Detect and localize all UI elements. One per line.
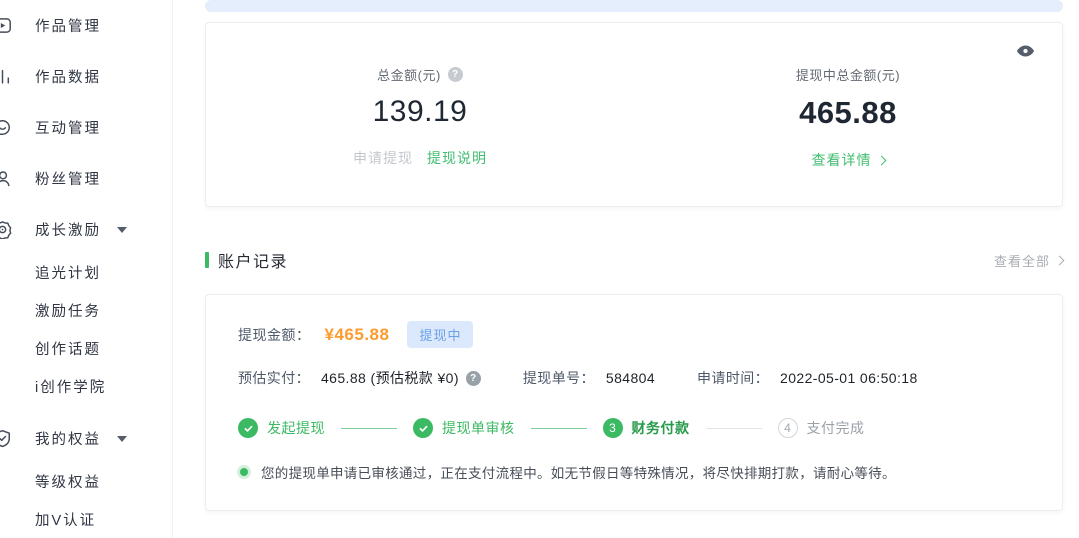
- field-label: 预估实付：: [238, 368, 310, 388]
- withdrawing-amount-label: 提现中总金额(元): [796, 65, 900, 84]
- step-connector: [706, 428, 762, 429]
- fans-icon: [0, 169, 15, 189]
- sidebar-item-6[interactable]: 我的权益: [0, 413, 172, 464]
- play-box-icon: [0, 16, 15, 36]
- section-title: 账户记录: [218, 248, 288, 272]
- record-fields: 预估实付： 465.88 (预估税款 ¥0)? 提现单号： 584804 申请时间： 20…: [238, 368, 1030, 388]
- view-detail-label: 查看详情: [812, 150, 872, 170]
- sidebar-subitem[interactable]: 等级权益: [0, 464, 172, 502]
- withdraw-help-link[interactable]: 提现说明: [427, 148, 487, 168]
- sidebar-subitem[interactable]: i创作学院: [0, 369, 172, 407]
- sidebar-subitem[interactable]: 追光计划: [0, 255, 172, 293]
- record-field: 预估实付： 465.88 (预估税款 ¥0)?: [238, 368, 481, 388]
- question-icon[interactable]: ?: [448, 67, 463, 82]
- main-content: 总金额(元) ? 139.19 申请提现 提现说明 提现中总金额(元) 465.…: [173, 0, 1079, 538]
- field-value: 465.88 (预估税款 ¥0): [321, 368, 459, 388]
- view-all-link[interactable]: 查看全部: [994, 251, 1063, 270]
- sidebar-subitem[interactable]: 创作话题: [0, 331, 172, 369]
- record-field: 申请时间： 2022-05-01 06:50:18: [697, 368, 918, 388]
- eye-icon[interactable]: [1017, 45, 1034, 57]
- record-status-row: 您的提现单申请已审核通过，正在支付流程中。如无节假日等特殊情况，将尽快排期打款，…: [238, 462, 1030, 482]
- sidebar-item-label: 作品管理: [35, 15, 101, 36]
- chevron-down-icon: [117, 436, 127, 442]
- status-badge: 提现中: [407, 321, 473, 348]
- check-circle-icon: [238, 418, 258, 438]
- view-all-label: 查看全部: [994, 251, 1050, 270]
- step-1: 发起提现: [238, 418, 325, 438]
- balance-card: 总金额(元) ? 139.19 申请提现 提现说明 提现中总金额(元) 465.…: [205, 22, 1063, 207]
- step-number-circle: 4: [778, 418, 798, 438]
- withdrawing-label-row: 提现中总金额(元): [796, 65, 900, 84]
- record-amount-row: 提现金额： ¥465.88 提现中: [238, 321, 1030, 348]
- record-field: 提现单号： 584804: [523, 368, 655, 388]
- status-dot-icon: [240, 468, 248, 476]
- record-card: 提现金额： ¥465.88 提现中 预估实付： 465.88 (预估税款 ¥0)?…: [205, 294, 1063, 511]
- apply-withdraw-button[interactable]: 申请提现: [353, 148, 413, 168]
- withdrawing-amount-block: 提现中总金额(元) 465.88 查看详情: [634, 23, 1062, 206]
- sidebar-item-label: 成长激励: [35, 219, 101, 240]
- total-amount-label-row: 总金额(元) ?: [377, 65, 463, 84]
- sidebar-item-label: 粉丝管理: [35, 168, 101, 189]
- sidebar-item-4[interactable]: 粉丝管理: [0, 153, 172, 204]
- step-number-circle: 3: [603, 418, 623, 438]
- sidebar-subitem[interactable]: 激励任务: [0, 293, 172, 331]
- chat-bubble-icon: [0, 118, 15, 138]
- step-connector: [531, 428, 587, 429]
- total-amount-value: 139.19: [373, 95, 468, 129]
- sidebar-item-label: 互动管理: [35, 117, 101, 138]
- field-label: 申请时间：: [697, 368, 769, 388]
- step-3: 3 财务付款: [603, 418, 690, 438]
- sidebar-item-5[interactable]: 成长激励: [0, 204, 172, 255]
- step-2: 提现单审核: [413, 418, 515, 438]
- shield-icon: [0, 429, 15, 449]
- total-actions: 申请提现 提现说明: [353, 148, 487, 168]
- step-label: 支付完成: [807, 418, 865, 438]
- step-connector: [341, 428, 397, 429]
- withdraw-steps: 发起提现 提现单审核 3 财务付款 4 支付完成: [238, 418, 1030, 438]
- bar-chart-icon: [0, 67, 15, 87]
- sidebar-item-3[interactable]: 互动管理: [0, 102, 172, 153]
- field-label: 提现单号：: [523, 368, 595, 388]
- field-value: 584804: [606, 370, 655, 386]
- sidebar: 作品管理作品数据互动管理粉丝管理成长激励追光计划激励任务创作话题i创作学院我的权…: [0, 0, 173, 538]
- step-label: 发起提现: [267, 418, 325, 438]
- withdrawing-actions: 查看详情: [812, 150, 885, 170]
- app: 作品管理作品数据互动管理粉丝管理成长激励追光计划激励任务创作话题i创作学院我的权…: [0, 0, 1079, 538]
- view-detail-link[interactable]: 查看详情: [812, 150, 885, 170]
- amount-label: 提现金额：: [238, 325, 311, 345]
- records-section-header: 账户记录 查看全部: [205, 249, 1063, 271]
- sidebar-item-2[interactable]: 作品数据: [0, 51, 172, 102]
- step-label: 提现单审核: [442, 418, 515, 438]
- withdraw-amount: ¥465.88: [325, 325, 390, 345]
- withdrawing-amount-value: 465.88: [799, 95, 897, 131]
- sidebar-item-label: 作品数据: [35, 66, 101, 87]
- step-4: 4 支付完成: [778, 418, 865, 438]
- notice-banner: [205, 0, 1063, 12]
- sidebar-item-label: 我的权益: [35, 428, 101, 449]
- sidebar-subitem[interactable]: 加V认证: [0, 502, 172, 538]
- question-icon[interactable]: ?: [466, 371, 481, 386]
- chevron-down-icon: [117, 227, 127, 233]
- sidebar-item-1[interactable]: 作品管理: [0, 0, 172, 51]
- medal-icon: [0, 220, 15, 240]
- step-label: 财务付款: [632, 418, 690, 438]
- section-accent-bar: [205, 252, 209, 268]
- chevron-right-icon: [1055, 255, 1065, 265]
- total-amount-label: 总金额(元): [377, 65, 441, 84]
- field-value: 2022-05-01 06:50:18: [780, 370, 918, 386]
- status-message: 您的提现单申请已审核通过，正在支付流程中。如无节假日等特殊情况，将尽快排期打款，…: [261, 462, 896, 482]
- sidebar-nav: 作品管理作品数据互动管理粉丝管理成长激励追光计划激励任务创作话题i创作学院我的权…: [0, 0, 172, 538]
- chevron-right-icon: [876, 155, 886, 165]
- check-circle-icon: [413, 418, 433, 438]
- total-amount-block: 总金额(元) ? 139.19 申请提现 提现说明: [206, 23, 634, 206]
